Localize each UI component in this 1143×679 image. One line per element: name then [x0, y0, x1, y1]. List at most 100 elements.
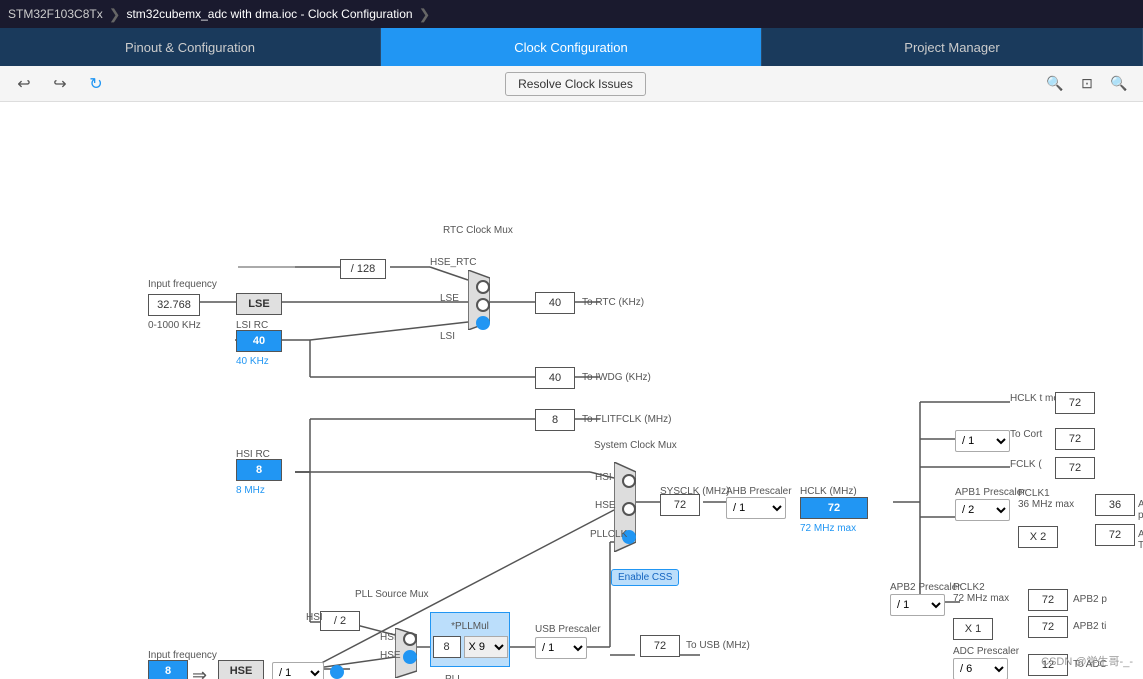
rtc-radio-lsi[interactable]	[476, 316, 490, 330]
hclk-max: 72 MHz max	[800, 523, 856, 534]
ahb-prescaler-label: AHB Prescaler	[726, 486, 792, 497]
ahb-div-select[interactable]: / 1	[726, 497, 786, 519]
tab-pinout[interactable]: Pinout & Configuration	[0, 28, 381, 66]
zoom-in-button[interactable]: 🔍	[1041, 70, 1069, 98]
refresh-button[interactable]: ↻	[82, 70, 110, 98]
x2-box: X 2	[1018, 526, 1058, 548]
to-rtc-box[interactable]: 40	[535, 292, 575, 314]
to-iwdg-box[interactable]: 40	[535, 367, 575, 389]
apb2-div-select[interactable]: / 1	[890, 594, 945, 616]
lsi-rc-box[interactable]: 40	[236, 330, 282, 352]
hsi-div2-src-label: HSI	[306, 612, 323, 623]
hse-pll-label: HSE	[380, 650, 401, 661]
pclk1-label: PCLK1	[1018, 488, 1050, 499]
toolbar: ↩ ↪ ↻ Resolve Clock Issues 🔍 ⊡ 🔍	[0, 66, 1143, 102]
apb1-tim-label: APB1 Ti	[1138, 529, 1143, 551]
sep2: ❯	[419, 6, 431, 23]
x1-box: X 1	[953, 618, 993, 640]
adc-div-select[interactable]: / 6	[953, 658, 1008, 679]
pll-mul-select[interactable]: X 9	[464, 636, 508, 658]
pclk1-max: 36 MHz max	[1018, 499, 1074, 510]
sys-radio-hse[interactable]	[622, 502, 636, 516]
apb2-tim-box: 72	[1028, 616, 1068, 638]
lse-line-label: LSE	[440, 293, 459, 304]
hclk-cortex-div-select[interactable]: / 1	[955, 430, 1010, 452]
apb1-prescaler-label: APB1 Prescaler	[955, 487, 1026, 498]
sep1: ❯	[109, 6, 121, 23]
hsi-rc-box[interactable]: 8	[236, 459, 282, 481]
hclk-out3-label: FCLK (	[1010, 459, 1042, 470]
file-label: stm32cubemx_adc with dma.ioc - Clock Con…	[126, 7, 412, 21]
to-iwdg-label: To IWDG (KHz)	[582, 372, 651, 383]
apb1-label: APB1 p	[1138, 499, 1143, 521]
lsi-rc-unit: 40 KHz	[236, 356, 269, 367]
rtc-radio-hse[interactable]	[476, 280, 490, 294]
zoom-out-button[interactable]: 🔍	[1105, 70, 1133, 98]
hsi-mux-label: HSI	[595, 472, 612, 483]
zoom-group: 🔍 ⊡ 🔍	[1041, 70, 1133, 98]
title-bar: STM32F103C8Tx ❯ stm32cubemx_adc with dma…	[0, 0, 1143, 28]
tab-clock[interactable]: Clock Configuration	[381, 28, 762, 66]
pll-mul-label: *PLLMul	[451, 621, 489, 632]
input-freq-top-label: Input frequency	[148, 279, 217, 290]
tab-bar: Pinout & Configuration Clock Configurati…	[0, 28, 1143, 66]
apb2-p-label: APB2 p	[1073, 594, 1107, 605]
to-flit-box[interactable]: 8	[535, 409, 575, 431]
redo-button[interactable]: ↪	[46, 70, 74, 98]
apb1-out-box: 36	[1095, 494, 1135, 516]
hclk-box[interactable]: 72	[800, 497, 868, 519]
input-freq-top-range: 0-1000 KHz	[148, 320, 201, 331]
input-freq-bot-box[interactable]: 8	[148, 660, 188, 679]
pll-src-radio-hsi[interactable]	[403, 632, 417, 646]
resolve-clock-button[interactable]: Resolve Clock Issues	[505, 72, 646, 96]
lsi-line-label: LSI	[440, 331, 455, 342]
pll-source-mux-label: PLL Source Mux	[355, 589, 429, 600]
usb-div-select[interactable]: / 1	[535, 637, 587, 659]
hclk-out2-box: 72	[1055, 428, 1095, 450]
tab-project[interactable]: Project Manager	[762, 28, 1143, 66]
hsi-rc-unit: 8 MHz	[236, 485, 265, 496]
hclk-out1-box: 72	[1055, 392, 1095, 414]
hse-bot-box[interactable]: HSE	[218, 660, 264, 679]
hse-mux-label: HSE	[595, 500, 616, 511]
adc-prescaler-label: ADC Prescaler	[953, 646, 1019, 657]
pll-label: PLL	[445, 674, 463, 679]
apb2-tim-label: APB2 ti	[1073, 621, 1106, 632]
usb-label: To USB (MHz)	[686, 640, 750, 651]
hse-rtc-label: HSE_RTC	[430, 257, 477, 268]
hse-path-radio[interactable]	[330, 665, 344, 679]
enable-css-button[interactable]: Enable CSS	[611, 569, 679, 586]
apb2-prescaler-label: APB2 Prescaler	[890, 582, 961, 593]
clock-diagram: Input frequency 32.768 0-1000 KHz LSE LS…	[0, 102, 1143, 679]
div128-box[interactable]: / 128	[340, 259, 386, 279]
apb1-div-select[interactable]: / 2	[955, 499, 1010, 521]
main-content: Input frequency 32.768 0-1000 KHz LSE LS…	[0, 102, 1143, 679]
usb-out-box: 72	[640, 635, 680, 657]
pclk2-label: PCLK2	[953, 582, 985, 593]
hclk-label: HCLK (MHz)	[800, 486, 857, 497]
zoom-fit-button[interactable]: ⊡	[1073, 70, 1101, 98]
pll-src-radio-hse[interactable]	[403, 650, 417, 664]
sysclk-box[interactable]: 72	[660, 494, 700, 516]
arrow-right: ⇒	[192, 665, 207, 679]
chip-label: STM32F103C8Tx	[8, 7, 103, 21]
rtc-clock-mux-label: RTC Clock Mux	[443, 225, 513, 236]
hclk-out2-label: To Cort	[1010, 429, 1042, 440]
rtc-radio-lse[interactable]	[476, 298, 490, 312]
lse-box[interactable]: LSE	[236, 293, 282, 315]
hclk-out3-box: 72	[1055, 457, 1095, 479]
system-clock-mux-label: System Clock Mux	[594, 440, 677, 451]
undo-button[interactable]: ↩	[10, 70, 38, 98]
watermark: CSDN @学生哥-_-	[1041, 653, 1133, 669]
pll-mul-area: *PLLMul 8 X 9	[430, 612, 510, 667]
to-flit-label: To FLITFCLK (MHz)	[582, 414, 671, 425]
sys-radio-hsi[interactable]	[622, 474, 636, 488]
pll-mul-val-box: 8	[433, 636, 461, 658]
hse-div-select[interactable]: / 1	[272, 662, 324, 679]
input-freq-top-box[interactable]: 32.768	[148, 294, 200, 316]
hsi-pll-label: HSI	[380, 632, 397, 643]
apb1-tim-box: 72	[1095, 524, 1135, 546]
pclk2-max: 72 MHz max	[953, 593, 1009, 604]
to-rtc-label: To RTC (KHz)	[582, 297, 644, 308]
hsi-div2-box[interactable]: / 2	[320, 611, 360, 631]
